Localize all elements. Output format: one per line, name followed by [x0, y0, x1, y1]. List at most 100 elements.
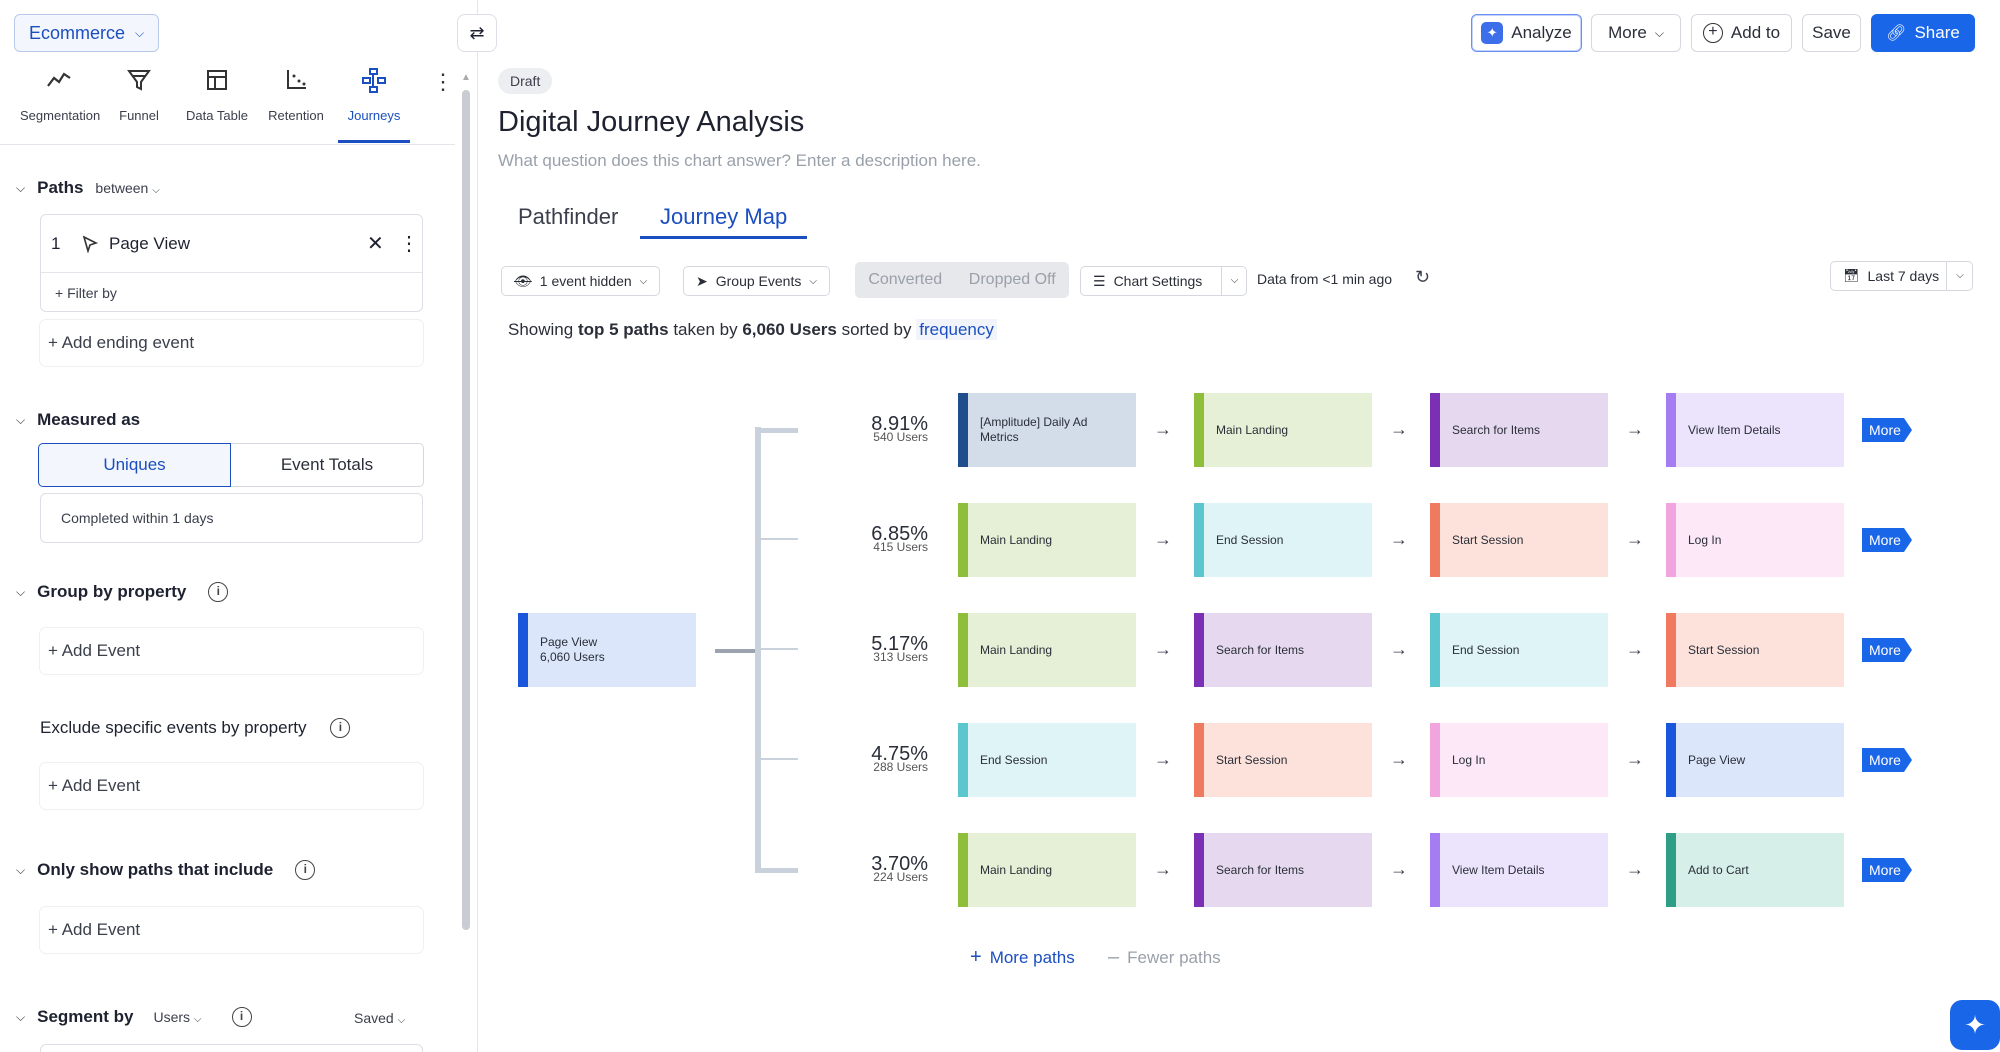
more-paths-button[interactable]: + More paths: [970, 946, 1075, 969]
step-color-bar: [1666, 723, 1676, 797]
save-button[interactable]: Save: [1802, 14, 1861, 52]
uniques-toggle[interactable]: Uniques: [38, 443, 231, 487]
scroll-up-icon[interactable]: ▲: [461, 72, 471, 83]
arrow-right-icon: →: [1390, 859, 1408, 879]
journey-step-box[interactable]: Start Session: [1430, 503, 1608, 577]
journey-step-box[interactable]: Start Session: [1666, 613, 1844, 687]
chevron-down-icon: ⌵: [639, 275, 648, 287]
chevron-down-icon[interactable]: ⌵: [1946, 262, 1973, 290]
tab-pathfinder[interactable]: Pathfinder: [518, 204, 618, 230]
path-more-button[interactable]: More: [1862, 858, 1912, 882]
eye-off-icon: 👁︎: [514, 272, 532, 289]
journey-step-box[interactable]: [Amplitude] Daily Ad Metrics: [958, 393, 1136, 467]
journey-step-box[interactable]: Main Landing: [958, 503, 1136, 577]
workspace-selector[interactable]: Ecommerce ⌵: [14, 14, 159, 52]
journey-step-box[interactable]: View Item Details: [1430, 833, 1608, 907]
paths-mode-dropdown[interactable]: between ⌵: [95, 180, 159, 196]
tool-data-table[interactable]: Data Table: [178, 66, 256, 123]
journey-step-box[interactable]: End Session: [1430, 613, 1608, 687]
arrow-right-icon: →: [1154, 639, 1172, 659]
include-section-header[interactable]: ⌵ Only show paths that include i: [16, 860, 316, 880]
close-icon[interactable]: ✕: [367, 231, 384, 256]
share-button[interactable]: 🔗︎ Share: [1871, 14, 1975, 52]
page-title[interactable]: Digital Journey Analysis: [498, 106, 804, 139]
info-icon[interactable]: i: [231, 1007, 252, 1027]
journey-step-box[interactable]: View Item Details: [1666, 393, 1844, 467]
saved-segments-dropdown[interactable]: Saved ⌵: [354, 1010, 405, 1026]
filter-by-button[interactable]: + Filter by: [55, 285, 117, 301]
completed-within-setting[interactable]: Completed within 1 days: [40, 493, 423, 543]
sort-by-frequency-link[interactable]: frequency: [916, 319, 997, 340]
tool-funnel[interactable]: Funnel: [100, 66, 178, 123]
hidden-events-dropdown[interactable]: 👁︎ 1 event hidden ⌵: [501, 266, 661, 296]
path-step-row[interactable]: 1 Page View ✕ ⋮: [41, 215, 422, 273]
sidebar-scrollbar[interactable]: [462, 90, 470, 930]
tab-journey-map[interactable]: Journey Map: [660, 204, 787, 230]
path-more-button[interactable]: More: [1862, 528, 1912, 552]
info-icon[interactable]: i: [295, 860, 316, 880]
arrow-right-icon: →: [1626, 859, 1644, 879]
path-more-button[interactable]: More: [1862, 748, 1912, 772]
tool-label: Journeys: [347, 108, 401, 123]
journey-step-box[interactable]: Search for Items: [1430, 393, 1608, 467]
refresh-icon[interactable]: ↻: [1415, 267, 1430, 288]
journey-step-box[interactable]: Main Landing: [1194, 393, 1372, 467]
journey-start-node[interactable]: Page View 6,060 Users: [518, 613, 696, 687]
step-label: Log In: [1688, 532, 1722, 547]
converted-option[interactable]: Converted: [868, 271, 942, 289]
group-add-event-button[interactable]: + Add Event: [40, 628, 423, 674]
path-more-button[interactable]: More: [1862, 638, 1912, 662]
fewer-paths-button[interactable]: – Fewer paths: [1108, 946, 1221, 969]
add-ending-event-button[interactable]: + Add ending event: [40, 320, 423, 366]
dropped-off-option[interactable]: Dropped Off: [969, 271, 1056, 289]
chevron-down-icon: ⌵: [1654, 25, 1664, 40]
include-add-event-button[interactable]: + Add Event: [40, 907, 423, 953]
description-input[interactable]: What question does this chart answer? En…: [498, 151, 981, 171]
paths-section-header[interactable]: ⌵ Paths between ⌵: [16, 178, 160, 198]
exclude-add-event-button[interactable]: + Add Event: [40, 763, 423, 809]
more-tools-icon[interactable]: ⋮: [432, 71, 454, 93]
journey-step-box[interactable]: Log In: [1666, 503, 1844, 577]
step-color-bar: [1430, 723, 1440, 797]
journey-step-box[interactable]: End Session: [1194, 503, 1372, 577]
step-label: [Amplitude] Daily Ad Metrics: [980, 415, 1088, 444]
more-button[interactable]: More ⌵: [1591, 14, 1681, 52]
segment-section-header[interactable]: ⌵ Segment by Users ⌵ i: [16, 1007, 252, 1027]
journey-step-box[interactable]: Search for Items: [1194, 613, 1372, 687]
segment-users-dropdown[interactable]: Users ⌵: [153, 1009, 201, 1025]
add-to-button[interactable]: + Add to: [1691, 14, 1792, 52]
analyze-button[interactable]: ✦ Analyze: [1471, 14, 1582, 52]
tool-journeys[interactable]: Journeys: [335, 66, 413, 123]
path-more-button[interactable]: More: [1862, 418, 1912, 442]
journey-step-box[interactable]: Add to Cart: [1666, 833, 1844, 907]
kebab-icon[interactable]: ⋮: [399, 231, 419, 256]
journey-step-box[interactable]: Main Landing: [958, 613, 1136, 687]
retention-icon: [287, 70, 306, 89]
swap-panel-button[interactable]: ⇄: [457, 14, 497, 52]
step-color-bar: [1194, 503, 1204, 577]
connector-branch: [758, 868, 798, 873]
ai-assistant-button[interactable]: ✦: [1950, 1000, 2000, 1050]
step-label: Log In: [1452, 752, 1486, 767]
info-icon[interactable]: i: [208, 582, 229, 602]
journey-step-box[interactable]: Start Session: [1194, 723, 1372, 797]
group-section-header[interactable]: ⌵ Group by property i: [16, 582, 229, 602]
journey-step-box[interactable]: Page View: [1666, 723, 1844, 797]
tool-retention[interactable]: Retention: [257, 66, 335, 123]
journey-step-box[interactable]: Log In: [1430, 723, 1608, 797]
group-events-dropdown[interactable]: ➤ Group Events ⌵: [683, 266, 830, 296]
date-range-dropdown[interactable]: 📅︎ Last 7 days ⌵: [1830, 261, 1973, 291]
journey-step-box[interactable]: Search for Items: [1194, 833, 1372, 907]
measured-section-header[interactable]: ⌵ Measured as: [16, 410, 140, 430]
info-icon[interactable]: i: [330, 718, 351, 738]
table-icon: [207, 70, 227, 90]
summary-text: sorted by: [836, 320, 917, 339]
chevron-down-icon[interactable]: ⌵: [1221, 267, 1247, 295]
journey-step-box[interactable]: End Session: [958, 723, 1136, 797]
event-totals-toggle[interactable]: Event Totals: [231, 443, 424, 487]
tool-segmentation[interactable]: Segmentation: [20, 66, 100, 123]
step-color-bar: [1430, 393, 1440, 467]
active-tab-underline: [640, 236, 807, 239]
journey-step-box[interactable]: Main Landing: [958, 833, 1136, 907]
chart-settings-button[interactable]: ☰ Chart Settings ⌵: [1080, 266, 1247, 296]
